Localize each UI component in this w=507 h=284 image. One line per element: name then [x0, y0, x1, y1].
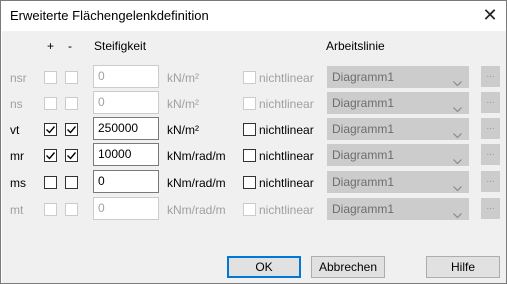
nonlinear-checkbox[interactable] — [243, 149, 256, 162]
cancel-button[interactable]: Abbrechen — [311, 256, 385, 278]
minus-checkbox[interactable] — [65, 97, 78, 110]
diagram-edit-button[interactable]: ... — [481, 171, 500, 192]
diagram-select-value: Diagramm1 — [332, 122, 395, 136]
row-label: vt — [10, 123, 20, 137]
help-button[interactable]: Hilfe — [426, 256, 500, 278]
diagram-select-value: Diagramm1 — [332, 202, 395, 216]
stiffness-input[interactable]: 250000 — [93, 117, 159, 140]
stiffness-input[interactable]: 0 — [93, 65, 159, 88]
diagram-select[interactable]: Diagramm1 — [327, 144, 469, 166]
nonlinear-label: nichtlinear — [259, 71, 314, 85]
nonlinear-label: nichtlinear — [259, 176, 314, 190]
diagram-edit-button[interactable]: ... — [481, 118, 500, 139]
minus-checkbox[interactable] — [65, 71, 78, 84]
plus-column-header: + — [47, 39, 55, 53]
nonlinear-label: nichtlinear — [259, 149, 314, 163]
unit-label: kN/m² — [167, 97, 199, 111]
nonlinear-checkbox[interactable] — [243, 123, 256, 136]
dialog-title: Erweiterte Flächengelenkdefinition — [10, 8, 209, 23]
diagram-select-value: Diagramm1 — [332, 148, 395, 162]
nonlinear-checkbox[interactable] — [243, 97, 256, 110]
diagram-edit-button[interactable]: ... — [481, 198, 500, 219]
diagram-edit-button[interactable]: ... — [481, 92, 500, 113]
chevron-down-icon — [453, 73, 462, 93]
plus-checkbox[interactable] — [44, 71, 57, 84]
row-label: ms — [10, 176, 26, 190]
minus-column-header: - — [68, 39, 72, 53]
stiffness-input[interactable]: 0 — [93, 197, 159, 220]
diagram-select[interactable]: Diagramm1 — [327, 92, 469, 114]
plus-checkbox[interactable] — [44, 97, 57, 110]
title-bar: Erweiterte Flächengelenkdefinition ✕ — [1, 1, 506, 31]
nonlinear-checkbox[interactable] — [243, 176, 256, 189]
ok-button[interactable]: OK — [227, 256, 301, 278]
plus-checkbox[interactable] — [44, 176, 57, 189]
row-label: mt — [10, 203, 24, 217]
close-icon[interactable]: ✕ — [480, 4, 500, 26]
stiffness-input[interactable]: 0 — [93, 91, 159, 114]
stiffness-column-header: Steifigkeit — [94, 39, 147, 53]
chevron-down-icon — [453, 205, 462, 225]
plus-checkbox[interactable] — [44, 123, 57, 136]
unit-label: kN/m² — [167, 71, 199, 85]
stiffness-input[interactable]: 10000 — [93, 143, 159, 166]
chevron-down-icon — [453, 99, 462, 119]
diagram-select-value: Diagramm1 — [332, 70, 395, 84]
minus-checkbox[interactable] — [65, 203, 78, 216]
dialog-body: + - Steifigkeit Arbeitslinie nsr 0 kN/m² ni… — [2, 31, 506, 283]
nonlinear-checkbox[interactable] — [243, 71, 256, 84]
chevron-down-icon — [453, 178, 462, 198]
workline-column-header: Arbeitslinie — [326, 39, 385, 53]
plus-checkbox[interactable] — [44, 203, 57, 216]
stiffness-input[interactable]: 0 — [93, 170, 159, 193]
diagram-select[interactable]: Diagramm1 — [327, 171, 469, 193]
row-label: mr — [10, 149, 24, 163]
diagram-select[interactable]: Diagramm1 — [327, 118, 469, 140]
diagram-select-value: Diagramm1 — [332, 175, 395, 189]
nonlinear-label: nichtlinear — [259, 123, 314, 137]
nonlinear-label: nichtlinear — [259, 97, 314, 111]
nonlinear-checkbox[interactable] — [243, 203, 256, 216]
unit-label: kNm/rad/m — [167, 203, 226, 217]
unit-label: kN/m² — [167, 123, 199, 137]
row-label: nsr — [10, 71, 27, 85]
diagram-edit-button[interactable]: ... — [481, 66, 500, 87]
diagram-select[interactable]: Diagramm1 — [327, 198, 469, 220]
minus-checkbox[interactable] — [65, 149, 78, 162]
chevron-down-icon — [453, 151, 462, 171]
diagram-select-value: Diagramm1 — [332, 96, 395, 110]
dialog-window: Erweiterte Flächengelenkdefinition ✕ + -… — [0, 0, 507, 284]
nonlinear-label: nichtlinear — [259, 203, 314, 217]
plus-checkbox[interactable] — [44, 149, 57, 162]
minus-checkbox[interactable] — [65, 176, 78, 189]
unit-label: kNm/rad/m — [167, 176, 226, 190]
diagram-edit-button[interactable]: ... — [481, 144, 500, 165]
row-label: ns — [10, 97, 23, 111]
chevron-down-icon — [453, 125, 462, 145]
diagram-select[interactable]: Diagramm1 — [327, 66, 469, 88]
minus-checkbox[interactable] — [65, 123, 78, 136]
unit-label: kNm/rad/m — [167, 149, 226, 163]
